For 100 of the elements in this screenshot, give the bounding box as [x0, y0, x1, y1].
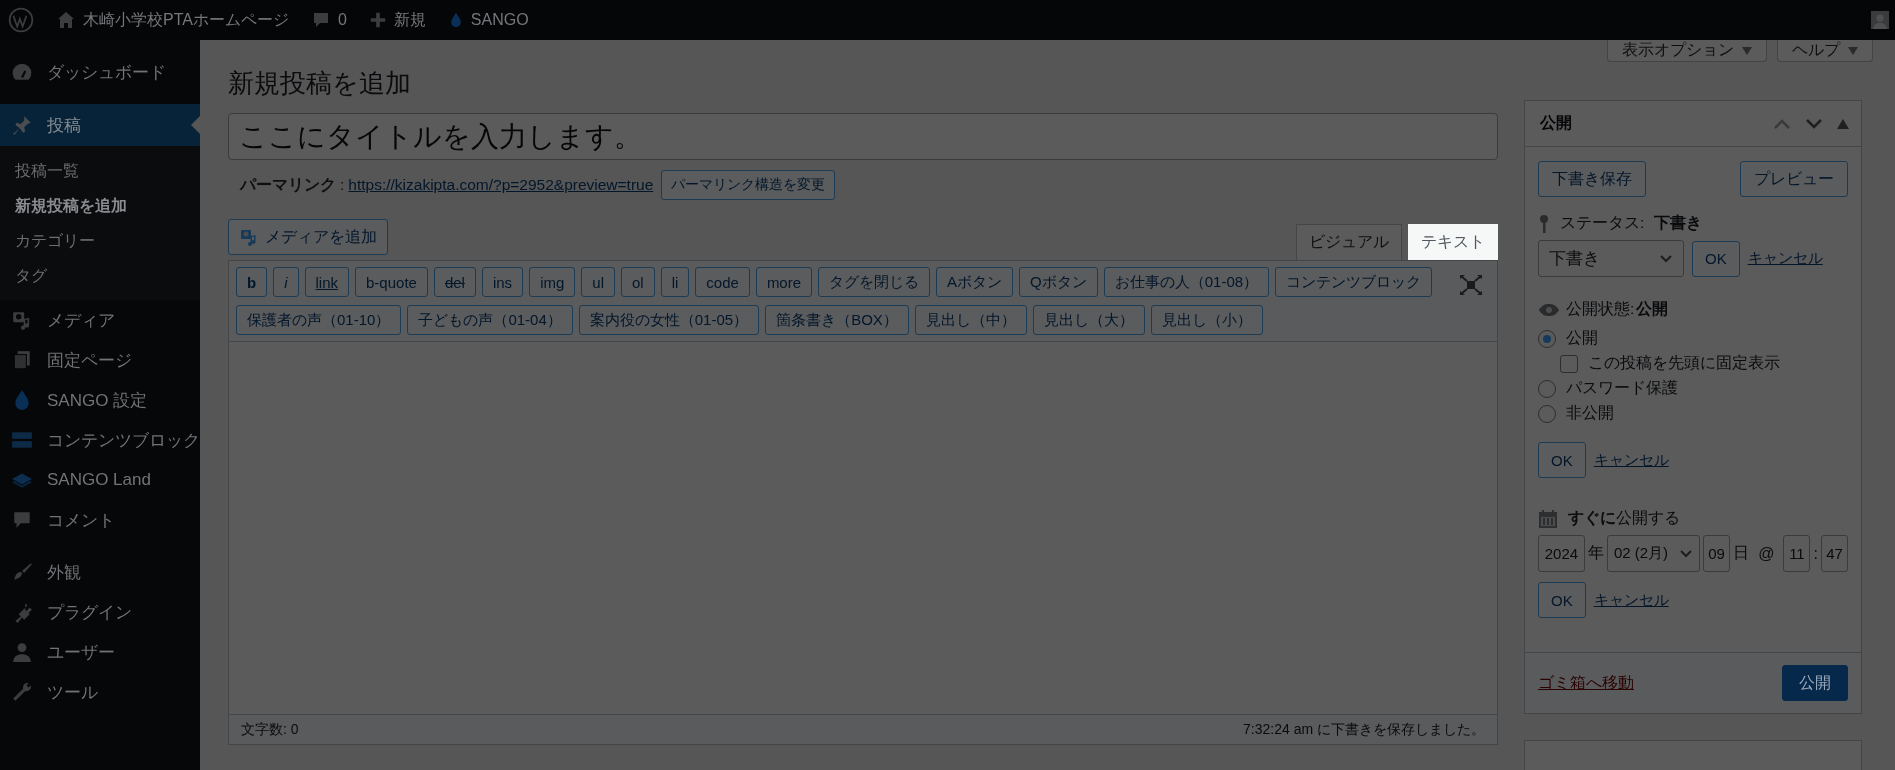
home-icon [56, 10, 76, 30]
quicktag-button[interactable]: ol [621, 267, 655, 297]
sidebar-menu-item[interactable]: メディア [0, 300, 200, 340]
cancel-link[interactable]: キャンセル [1593, 450, 1669, 470]
submenu-item[interactable]: 新規投稿を追加 [0, 189, 200, 224]
quicktag-button[interactable]: b [236, 267, 268, 297]
quicktag-button[interactable]: link [304, 267, 350, 297]
dashboard-gauge-icon [11, 61, 33, 83]
schedule-label: すぐに公開する [1568, 508, 1680, 528]
radio-label: 非公開 [1566, 403, 1614, 423]
user-icon [11, 641, 33, 663]
quicktag-button[interactable]: more [755, 267, 813, 297]
sidebar-menu-item[interactable]: 投稿 [0, 104, 200, 146]
quicktag-button[interactable]: code [695, 267, 750, 297]
quicktag-button[interactable]: お仕事の人（01-08） [1103, 267, 1270, 297]
submenu-item[interactable]: タグ [0, 259, 200, 294]
quicktag-button[interactable]: タグを閉じる [818, 267, 931, 297]
quicktag-button[interactable]: 見出し（中） [914, 305, 1027, 335]
quicktag-button[interactable]: ul [581, 267, 615, 297]
minute-field[interactable]: 47 [1820, 535, 1848, 572]
submenu-item[interactable]: 投稿一覧 [0, 154, 200, 189]
site-name-link[interactable]: 木崎小学校PTAホームページ [83, 9, 289, 31]
sidebar-menu-item[interactable]: ユーザー [0, 632, 200, 672]
quicktag-button[interactable]: 保護者の声（01-10） [236, 305, 402, 335]
quicktag-button[interactable]: Aボタン [936, 267, 1014, 297]
save-draft-button[interactable]: 下書き保存 [1538, 161, 1646, 197]
preview-button[interactable]: プレビュー [1740, 161, 1848, 197]
publish-button[interactable]: 公開 [1782, 665, 1848, 701]
sidebar-menu-item[interactable]: ツール [0, 672, 200, 712]
editor-tab[interactable]: テキスト [1408, 224, 1498, 260]
add-media-button[interactable]: メディアを追加 [228, 219, 388, 255]
quicktag-button[interactable]: 箇条書き（BOX） [765, 305, 909, 335]
fullscreen-icon[interactable] [1460, 275, 1482, 295]
key-icon [1538, 213, 1550, 234]
radio-button[interactable] [1538, 404, 1556, 423]
blocks-icon [11, 429, 33, 451]
ok-button[interactable]: OK [1538, 582, 1586, 618]
page-title: 新規投稿を追加 [228, 67, 412, 100]
permalink-separator: : [340, 176, 345, 194]
cancel-link[interactable]: キャンセル [1593, 590, 1669, 610]
quicktag-button[interactable]: 案内役の女性（01-05） [578, 305, 760, 335]
sidebar-menu-item[interactable]: ダッシュボード [0, 52, 200, 92]
radio-button[interactable] [1538, 329, 1556, 348]
caret-icon [1742, 46, 1752, 55]
paintbrush-icon [11, 561, 33, 583]
quicktag-button[interactable]: ins [481, 267, 524, 297]
radio-button[interactable] [1538, 379, 1556, 398]
quicktag-button[interactable]: del [433, 267, 476, 297]
quicktag-button[interactable]: i [273, 267, 299, 297]
new-link[interactable]: 新規 [393, 9, 426, 31]
checkbox[interactable] [1560, 354, 1578, 373]
quicktag-button[interactable]: b-quote [355, 267, 428, 297]
autosave-message: 7:32:24 am に下書きを保存しました。 [1243, 720, 1485, 739]
publish-box-title: 公開 [1540, 113, 1573, 133]
chevron-up-icon[interactable] [1773, 117, 1791, 130]
ok-button[interactable]: OK [1538, 442, 1586, 478]
quicktag-button[interactable]: コンテンツブロック [1275, 267, 1433, 297]
status-dropdown[interactable]: 下書き [1538, 240, 1684, 277]
quicktag-button[interactable]: li [660, 267, 690, 297]
screen-meta-button[interactable]: 表示オプション [1607, 40, 1767, 62]
sidebar-menu-item[interactable]: SANGO Land [0, 460, 200, 500]
screen-meta-button[interactable]: ヘルプ [1777, 40, 1873, 62]
cancel-link[interactable]: キャンセル [1747, 249, 1823, 268]
quicktag-button[interactable]: img [529, 267, 576, 297]
quicktag-button[interactable]: 見出し（大） [1032, 305, 1145, 335]
plus-icon [368, 11, 387, 29]
sidebar-menu-item[interactable]: コメント [0, 500, 200, 540]
theme-link[interactable]: SANGO [470, 11, 529, 29]
pin-icon [11, 114, 33, 136]
sidebar-menu-item[interactable]: プラグイン [0, 592, 200, 632]
year-unit: 年 [1587, 543, 1604, 563]
caret-icon [1848, 46, 1858, 55]
chevron-down-icon [1679, 548, 1694, 559]
sidebar-menu-item[interactable]: コンテンツブロック [0, 420, 200, 460]
sidebar-menu-item[interactable]: 外観 [0, 552, 200, 592]
wrench-icon [11, 681, 33, 703]
permalink-url-link[interactable]: https://kizakipta.com/?p=2952&preview=true [348, 176, 654, 194]
word-count: 文字数: 0 [241, 720, 299, 739]
quicktag-button[interactable]: 子どもの声（01-04） [407, 305, 573, 335]
media-icon [239, 227, 259, 247]
eye-icon [1538, 302, 1560, 317]
sidebar-menu-item[interactable]: SANGO 設定 [0, 380, 200, 420]
avatar-icon [1871, 11, 1889, 29]
sidebar-menu-item[interactable]: 固定ページ [0, 340, 200, 380]
submenu-item[interactable]: カテゴリー [0, 224, 200, 259]
title-input-field[interactable]: ここにタイトルを入力します。 [228, 113, 1498, 160]
ok-button[interactable]: OK [1692, 240, 1740, 277]
hour-field[interactable]: 11 [1783, 535, 1811, 572]
day-field[interactable]: 09 [1703, 535, 1731, 572]
quicktag-button[interactable]: 見出し（小） [1150, 305, 1263, 335]
chevron-down-icon[interactable] [1805, 117, 1823, 130]
quicktag-button[interactable]: Qボタン [1019, 267, 1098, 297]
month-dropdown[interactable]: 02 (2月) [1606, 535, 1701, 572]
editor-tab[interactable]: ビジュアル [1296, 224, 1402, 260]
change-permalink-button[interactable]: パーマリンク構造を変更 [661, 170, 836, 200]
year-field[interactable]: 2024 [1538, 535, 1585, 572]
permalink-label: パーマリンク [240, 174, 336, 195]
comment-count[interactable]: 0 [337, 11, 347, 29]
move-to-trash-link[interactable]: ゴミ箱へ移動 [1538, 672, 1634, 694]
collapse-triangle-icon[interactable] [1837, 118, 1849, 129]
